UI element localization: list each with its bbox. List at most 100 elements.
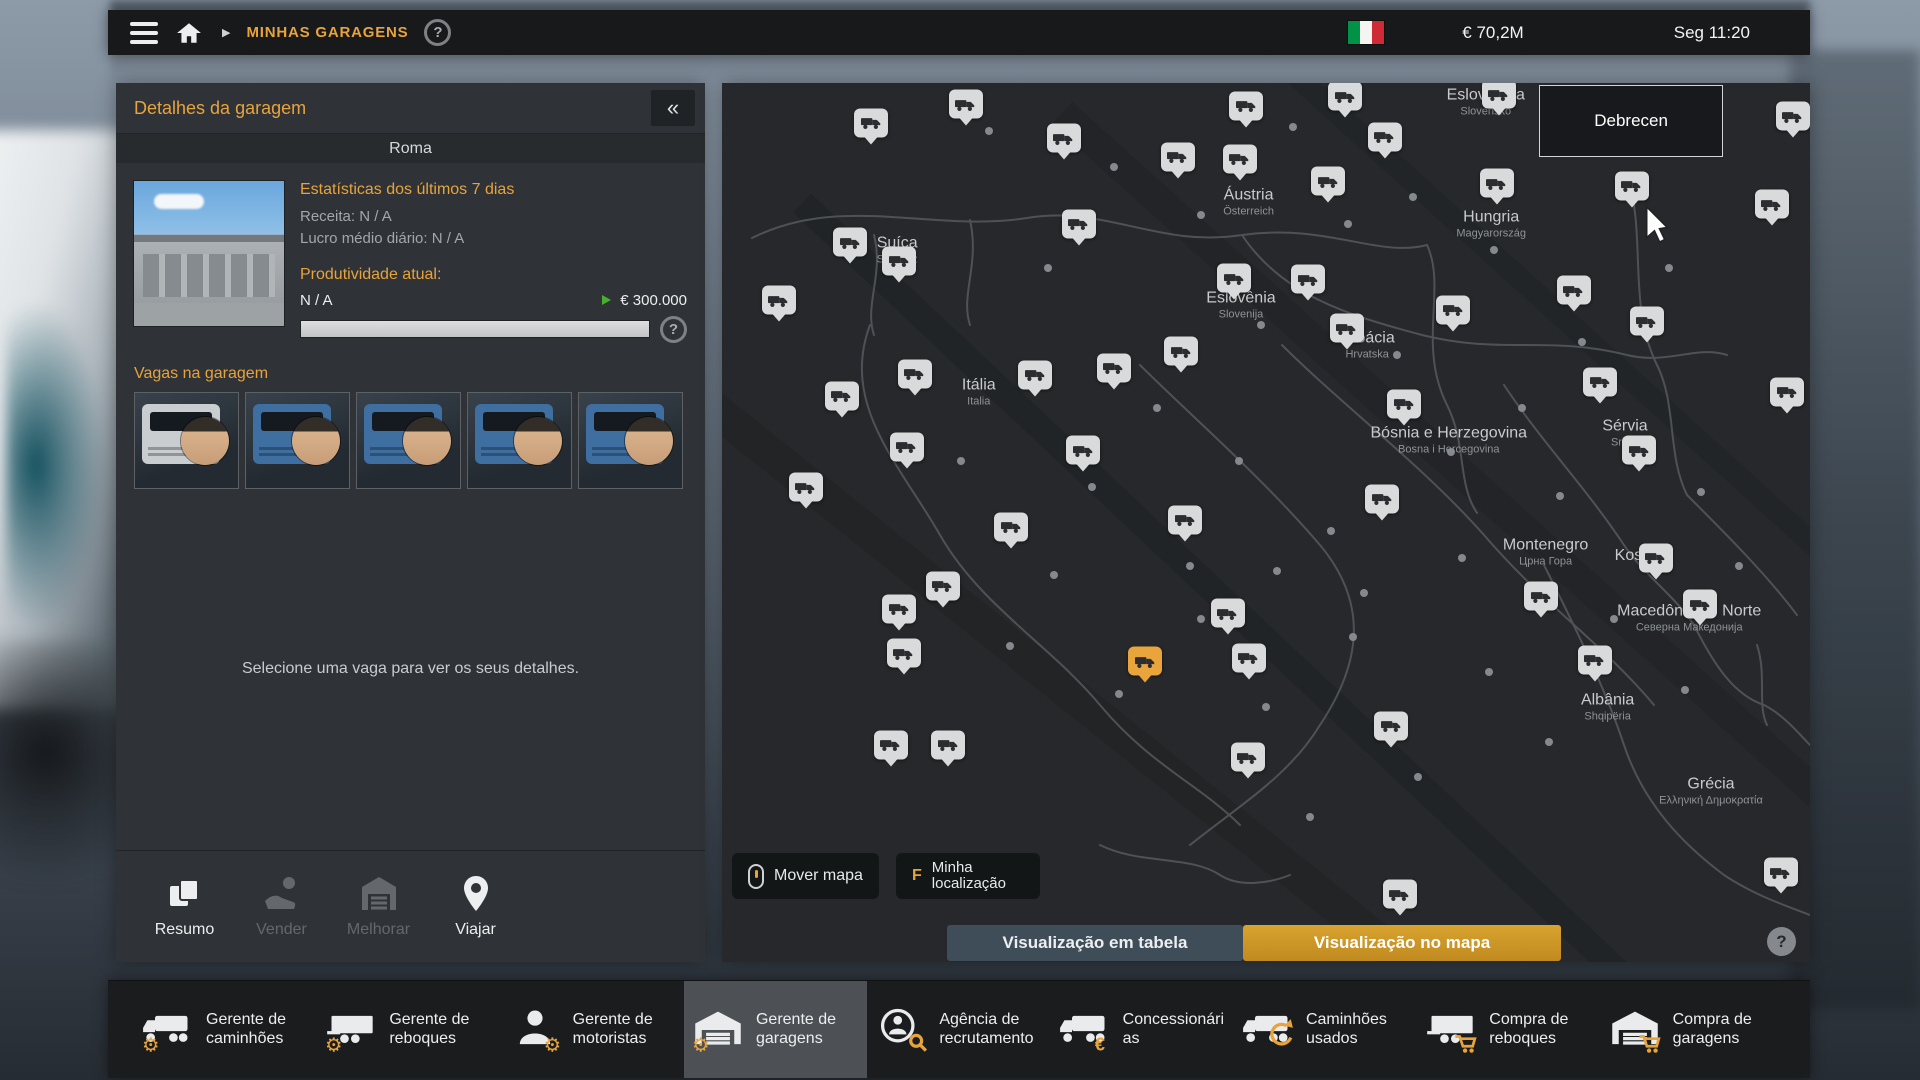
garage-marker[interactable] <box>1161 142 1195 171</box>
collapse-panel-icon[interactable]: « <box>651 90 695 126</box>
map-help-icon[interactable]: ? <box>1767 927 1796 956</box>
garage-marker[interactable] <box>931 730 965 759</box>
action-viajar[interactable]: Viajar <box>427 874 524 939</box>
action-resumo[interactable]: Resumo <box>136 874 233 939</box>
garage-marker[interactable] <box>1615 171 1649 200</box>
garage-marker[interactable] <box>1630 307 1664 336</box>
garage-marker-active[interactable] <box>1128 647 1162 676</box>
garage-marker[interactable] <box>1583 367 1617 396</box>
garage-marker[interactable] <box>1330 314 1364 343</box>
garage-marker[interactable] <box>1231 743 1265 772</box>
garage-marker[interactable] <box>1211 599 1245 628</box>
garage-marker[interactable] <box>833 228 867 257</box>
garage-marker[interactable] <box>890 432 924 461</box>
tab-compra-de-reboques[interactable]: Compra de reboques <box>1417 981 1600 1078</box>
garage-slot-2[interactable] <box>245 392 350 489</box>
garage-marker[interactable] <box>882 594 916 623</box>
stat-revenue: Receita: N / A <box>300 206 687 228</box>
garage-marker[interactable] <box>1578 645 1612 674</box>
tab-concessionarias[interactable]: €Concessionárias <box>1051 981 1234 1078</box>
garage-slot-5[interactable] <box>578 392 683 489</box>
garage-marker[interactable] <box>1683 590 1717 619</box>
tab-label: Gerente de caminhões <box>206 1011 309 1049</box>
garage-marker[interactable] <box>1557 276 1591 305</box>
tab-agencia-de-recrutamento[interactable]: Agência de recrutamento <box>867 981 1050 1078</box>
garage-slot-4[interactable] <box>467 392 572 489</box>
table-view-button[interactable]: Visualização em tabela <box>947 925 1243 961</box>
garage-marker[interactable] <box>1383 880 1417 909</box>
garage-marker[interactable] <box>789 473 823 502</box>
slot-driver-avatar <box>292 417 340 465</box>
map-tooltip: Debrecen <box>1539 85 1723 157</box>
garage-marker[interactable] <box>1223 144 1257 173</box>
slot-empty-message: Selecione uma vaga para ver os seus deta… <box>134 489 687 851</box>
garage-marker[interactable] <box>1374 711 1408 740</box>
home-icon[interactable] <box>176 21 202 45</box>
garage-marker[interactable] <box>1482 83 1516 109</box>
top-bar: ▶ MINHAS GARAGENS ? € 70,2M Seg 11:20 <box>108 10 1810 55</box>
garage-marker[interactable] <box>1387 389 1421 418</box>
tab-gerente-de-reboques[interactable]: ⚙Gerente de reboques <box>317 981 500 1078</box>
garage-marker[interactable] <box>882 246 916 275</box>
garage-marker[interactable] <box>1639 543 1673 572</box>
garage-marker[interactable] <box>1436 295 1470 324</box>
garage-marker[interactable] <box>1368 122 1402 151</box>
garage-marker[interactable] <box>1776 102 1810 131</box>
garage-marker[interactable] <box>1291 265 1325 294</box>
garage-marker[interactable] <box>762 286 796 315</box>
move-map-control[interactable]: Mover mapa <box>732 853 879 899</box>
garage-marker[interactable] <box>1770 377 1804 406</box>
action-label: Resumo <box>155 921 215 939</box>
p-gear-icon: ⚙ <box>509 1007 561 1053</box>
map-view-button[interactable]: Visualização no mapa <box>1243 925 1561 961</box>
action-melhorar: Melhorar <box>330 874 427 939</box>
garage-marker[interactable] <box>1097 353 1131 382</box>
garage-marker[interactable] <box>926 571 960 600</box>
tab-label: Gerente de garagens <box>756 1011 859 1049</box>
garage-marker[interactable] <box>1168 505 1202 534</box>
garage-marker[interactable] <box>1480 169 1514 198</box>
garage-marker[interactable] <box>1328 83 1362 111</box>
tab-label: Gerente de motoristas <box>573 1011 676 1049</box>
tab-gerente-de-motoristas[interactable]: ⚙ Gerente de motoristas <box>501 981 684 1078</box>
garage-marker[interactable] <box>1062 209 1096 238</box>
garage-marker[interactable] <box>994 512 1028 541</box>
tab-compra-de-garagens[interactable]: Compra de garagens <box>1601 981 1784 1078</box>
svg-text:⚙: ⚙ <box>142 1034 159 1052</box>
my-location-control[interactable]: F Minha localização <box>896 853 1040 899</box>
garage-marker[interactable] <box>1764 858 1798 887</box>
manager-tab-bar: ⚙ Gerente de caminhões⚙Gerente de reboque… <box>108 980 1810 1078</box>
breadcrumb-help-icon[interactable]: ? <box>424 19 451 46</box>
garage-marker[interactable] <box>1229 91 1263 120</box>
garage-marker[interactable] <box>1047 124 1081 153</box>
garage-marker[interactable] <box>1622 436 1656 465</box>
garage-slot-3[interactable] <box>356 392 461 489</box>
tab-gerente-de-caminhoes[interactable]: ⚙ Gerente de caminhões <box>134 981 317 1078</box>
tab-gerente-de-garagens[interactable]: ⚙ Gerente de garagens <box>684 981 867 1078</box>
g-gear-icon: ⚙ <box>692 1007 744 1053</box>
garage-marker[interactable] <box>949 90 983 119</box>
garage-marker[interactable] <box>825 381 859 410</box>
map-view[interactable]: EslováquiaSlovenskoÁustriaÖsterreichSuíç… <box>722 83 1810 962</box>
garage-marker[interactable] <box>1755 190 1789 219</box>
garage-marker[interactable] <box>854 108 888 137</box>
tab-caminhoes-usados[interactable]: Caminhões usados <box>1234 981 1417 1078</box>
productivity-help-icon[interactable]: ? <box>660 316 687 343</box>
garage-marker[interactable] <box>1066 436 1100 465</box>
garage-marker[interactable] <box>1232 643 1266 672</box>
dealer-icon: € <box>1059 1007 1111 1053</box>
garage-marker[interactable] <box>1164 337 1198 366</box>
garage-marker[interactable] <box>887 639 921 668</box>
garage-marker[interactable] <box>1311 167 1345 196</box>
garage-marker[interactable] <box>1524 582 1558 611</box>
garage-marker[interactable] <box>898 359 932 388</box>
menu-icon[interactable] <box>128 18 160 48</box>
garage-marker[interactable] <box>1217 264 1251 293</box>
garage-photo <box>134 181 284 326</box>
garage-details-panel: Detalhes da garagem « Roma Estatísticas … <box>116 83 705 962</box>
garage-marker[interactable] <box>1365 484 1399 513</box>
money-balance: € 70,2M <box>1462 23 1523 43</box>
garage-marker[interactable] <box>1018 360 1052 389</box>
garage-marker[interactable] <box>874 730 908 759</box>
garage-slot-1[interactable] <box>134 392 239 489</box>
